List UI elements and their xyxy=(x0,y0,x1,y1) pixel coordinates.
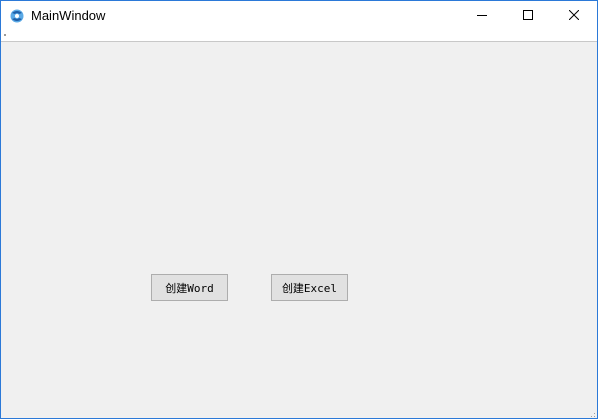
window-title: MainWindow xyxy=(31,8,106,23)
create-word-button[interactable]: 创建Word xyxy=(151,274,228,301)
minimize-button[interactable] xyxy=(459,1,505,31)
maximize-icon xyxy=(523,7,533,25)
create-excel-button[interactable]: 创建Excel xyxy=(271,274,348,301)
maximize-button[interactable] xyxy=(505,1,551,31)
close-icon xyxy=(568,7,580,25)
menu-grip-icon xyxy=(4,34,6,36)
size-grip-icon[interactable] xyxy=(587,408,596,417)
qt-logo-icon xyxy=(9,8,25,24)
title-bar[interactable]: MainWindow xyxy=(1,1,597,31)
minimize-icon xyxy=(477,7,487,25)
main-window: MainWindow 创建Word 创建Excel xyxy=(0,0,598,419)
close-button[interactable] xyxy=(551,1,597,31)
central-widget: 创建Word 创建Excel xyxy=(1,42,597,418)
menu-bar xyxy=(1,31,597,41)
